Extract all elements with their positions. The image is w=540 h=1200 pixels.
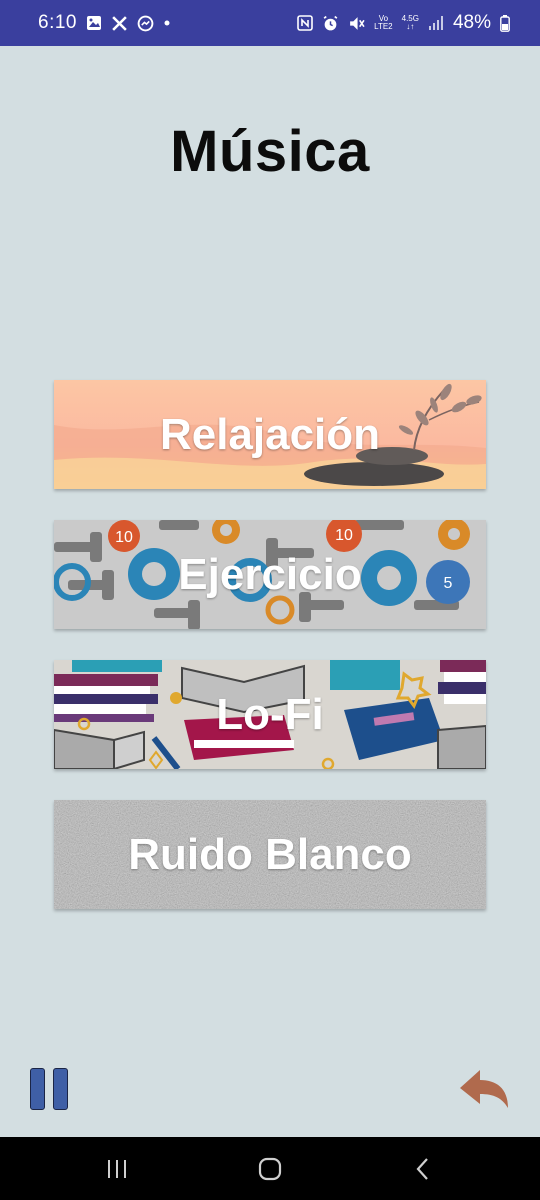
battery-icon	[500, 14, 510, 32]
pause-icon	[30, 1068, 45, 1110]
x-icon	[111, 15, 128, 32]
nfc-icon	[297, 15, 313, 31]
lofi-card[interactable]: Lo-Fi	[54, 660, 486, 769]
pause-icon-bar	[53, 1068, 68, 1110]
status-time: 6:10	[38, 12, 77, 33]
alarm-icon	[322, 15, 339, 32]
exercise-card[interactable]: 10 10 5 Ejercicio	[54, 520, 486, 629]
white-noise-card-label: Ruido Blanco	[128, 829, 412, 879]
navigation-bar	[0, 1137, 540, 1200]
back-button[interactable]	[456, 1066, 512, 1112]
gallery-icon	[86, 15, 102, 31]
home-icon	[258, 1157, 282, 1180]
nav-back-button[interactable]	[393, 1149, 453, 1189]
recent-apps-button[interactable]	[87, 1149, 147, 1189]
volte-label-bottom: LTE2	[374, 22, 393, 31]
data-arrows: ↓↑	[406, 22, 415, 31]
relax-card[interactable]: Relajación	[54, 380, 486, 489]
relax-card-label: Relajación	[159, 409, 381, 459]
volte-icon: Vo LTE2	[374, 15, 393, 31]
white-noise-card[interactable]: Ruido Blanco	[54, 800, 486, 909]
4g-icon: 4.5G ↓↑	[402, 15, 419, 31]
home-button[interactable]	[240, 1149, 300, 1189]
page-title: Música	[170, 119, 370, 184]
messenger-icon	[137, 15, 154, 32]
mute-icon	[348, 15, 365, 32]
status-bar-left: 6:10	[38, 12, 171, 34]
exercise-card-label: Ejercicio	[178, 549, 362, 599]
status-bar: 6:10 Vo LTE2 4.5G ↓↑ 48%	[0, 0, 540, 46]
recent-apps-icon	[107, 1159, 126, 1178]
back-icon	[416, 1157, 429, 1180]
dot-icon	[163, 19, 171, 27]
status-bar-right: Vo LTE2 4.5G ↓↑ 48%	[297, 12, 510, 34]
lofi-card-label: Lo-Fi	[216, 689, 324, 739]
signal-icon	[428, 15, 444, 31]
pause-button[interactable]	[30, 1068, 74, 1112]
battery-percent: 48%	[452, 12, 491, 33]
back-arrow-icon	[460, 1070, 508, 1108]
